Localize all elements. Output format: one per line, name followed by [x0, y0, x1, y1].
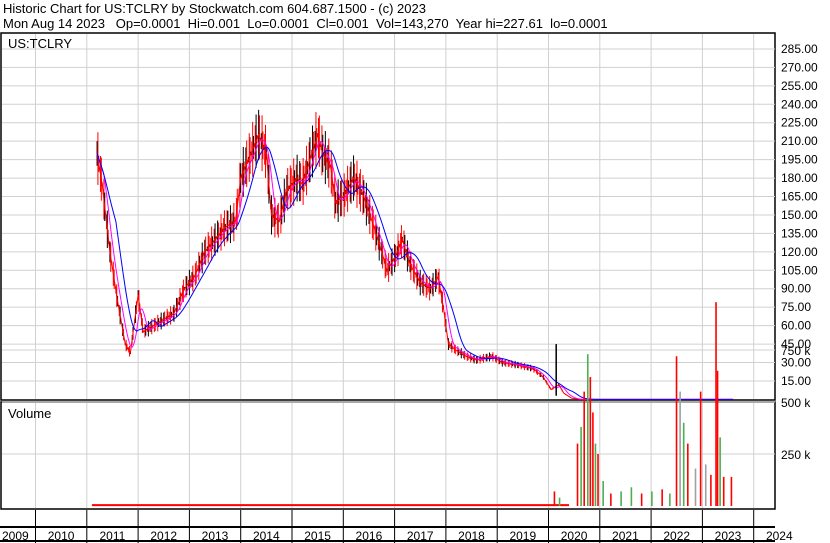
volume-bar — [669, 493, 671, 506]
y-tick-label: 60.00 — [781, 319, 811, 333]
volume-bar — [592, 412, 594, 506]
year-label: 2012 — [150, 529, 177, 543]
volume-bar — [602, 481, 604, 506]
volume-tick-label: 750 k — [781, 344, 811, 358]
volume-panel — [0, 401, 776, 510]
year-label: 2017 — [407, 529, 434, 543]
year-label: 2010 — [48, 529, 75, 543]
volume-bar — [682, 422, 685, 506]
y-tick-label: 135.00 — [781, 226, 818, 240]
y-tick-label: 285.00 — [781, 42, 818, 56]
volume-bar — [580, 426, 582, 506]
year-label: 2015 — [304, 529, 331, 543]
year-label: 2023 — [715, 529, 742, 543]
volume-bar — [716, 370, 719, 506]
volume-tick-label: 500 k — [781, 396, 811, 410]
year-label: 2011 — [99, 529, 125, 543]
volume-bar — [715, 302, 717, 506]
year-label: 2021 — [612, 529, 639, 543]
volume-bar — [730, 476, 733, 506]
volume-bar — [594, 443, 597, 506]
volume-bar — [679, 391, 681, 506]
y-tick-label: 255.00 — [781, 79, 818, 93]
y-tick-label: 15.00 — [781, 374, 811, 388]
year-label: 2013 — [202, 529, 229, 543]
y-tick-label: 105.00 — [781, 263, 818, 277]
year-label: 2022 — [663, 529, 690, 543]
volume-bar — [719, 437, 721, 506]
volume-bar — [687, 443, 689, 506]
year-label: 2009 — [2, 529, 29, 543]
volume-bar — [710, 474, 712, 506]
volume-bar — [722, 476, 725, 506]
volume-bar — [589, 377, 592, 506]
y-tick-label: 150.00 — [781, 208, 818, 222]
y-tick-label: 165.00 — [781, 190, 818, 204]
volume-bar — [583, 391, 585, 506]
y-tick-label: 270.00 — [781, 60, 818, 74]
y-tick-label: 240.00 — [781, 97, 818, 111]
chart-window: Historic Chart for US:TCLRY by Stockwatc… — [0, 0, 830, 543]
volume-tick-label: 250 k — [781, 448, 811, 462]
y-tick-label: 195.00 — [781, 153, 818, 167]
volume-bar — [553, 491, 556, 506]
volume-bar — [576, 443, 579, 506]
y-tick-label: 210.00 — [781, 134, 818, 148]
volume-bar — [586, 354, 589, 506]
y-tick-label: 225.00 — [781, 116, 818, 130]
volume-bar — [699, 391, 702, 506]
volume-bar — [558, 497, 561, 506]
year-label: 2018 — [458, 529, 485, 543]
year-label: 2014 — [253, 529, 280, 543]
year-label: 2019 — [509, 529, 536, 543]
volume-label: Volume — [8, 406, 51, 421]
volume-bar — [620, 491, 622, 506]
price-volume-chart: 285.00 270.00 255.00 240.00 225.00 210.00 195.… — [0, 32, 818, 543]
symbol-label: US:TCLRY — [8, 36, 72, 51]
y-tick-label: 120.00 — [781, 245, 818, 259]
y-tick-label: 180.00 — [781, 171, 818, 185]
y-tick-label: 75.00 — [781, 300, 811, 314]
volume-bar — [675, 356, 678, 506]
y-tick-label: 90.00 — [781, 282, 811, 296]
volume-bar — [597, 454, 599, 506]
year-label: 2020 — [561, 529, 588, 543]
year-label: 2024 — [766, 529, 793, 543]
volume-bar — [651, 491, 653, 506]
volume-bar — [610, 493, 612, 506]
price-panel — [0, 32, 776, 401]
volume-bar — [661, 489, 663, 506]
volume-bar — [640, 493, 643, 506]
year-label: 2016 — [356, 529, 383, 543]
volume-bar — [630, 487, 633, 506]
volume-bar — [704, 464, 707, 506]
volume-bar — [694, 468, 697, 506]
